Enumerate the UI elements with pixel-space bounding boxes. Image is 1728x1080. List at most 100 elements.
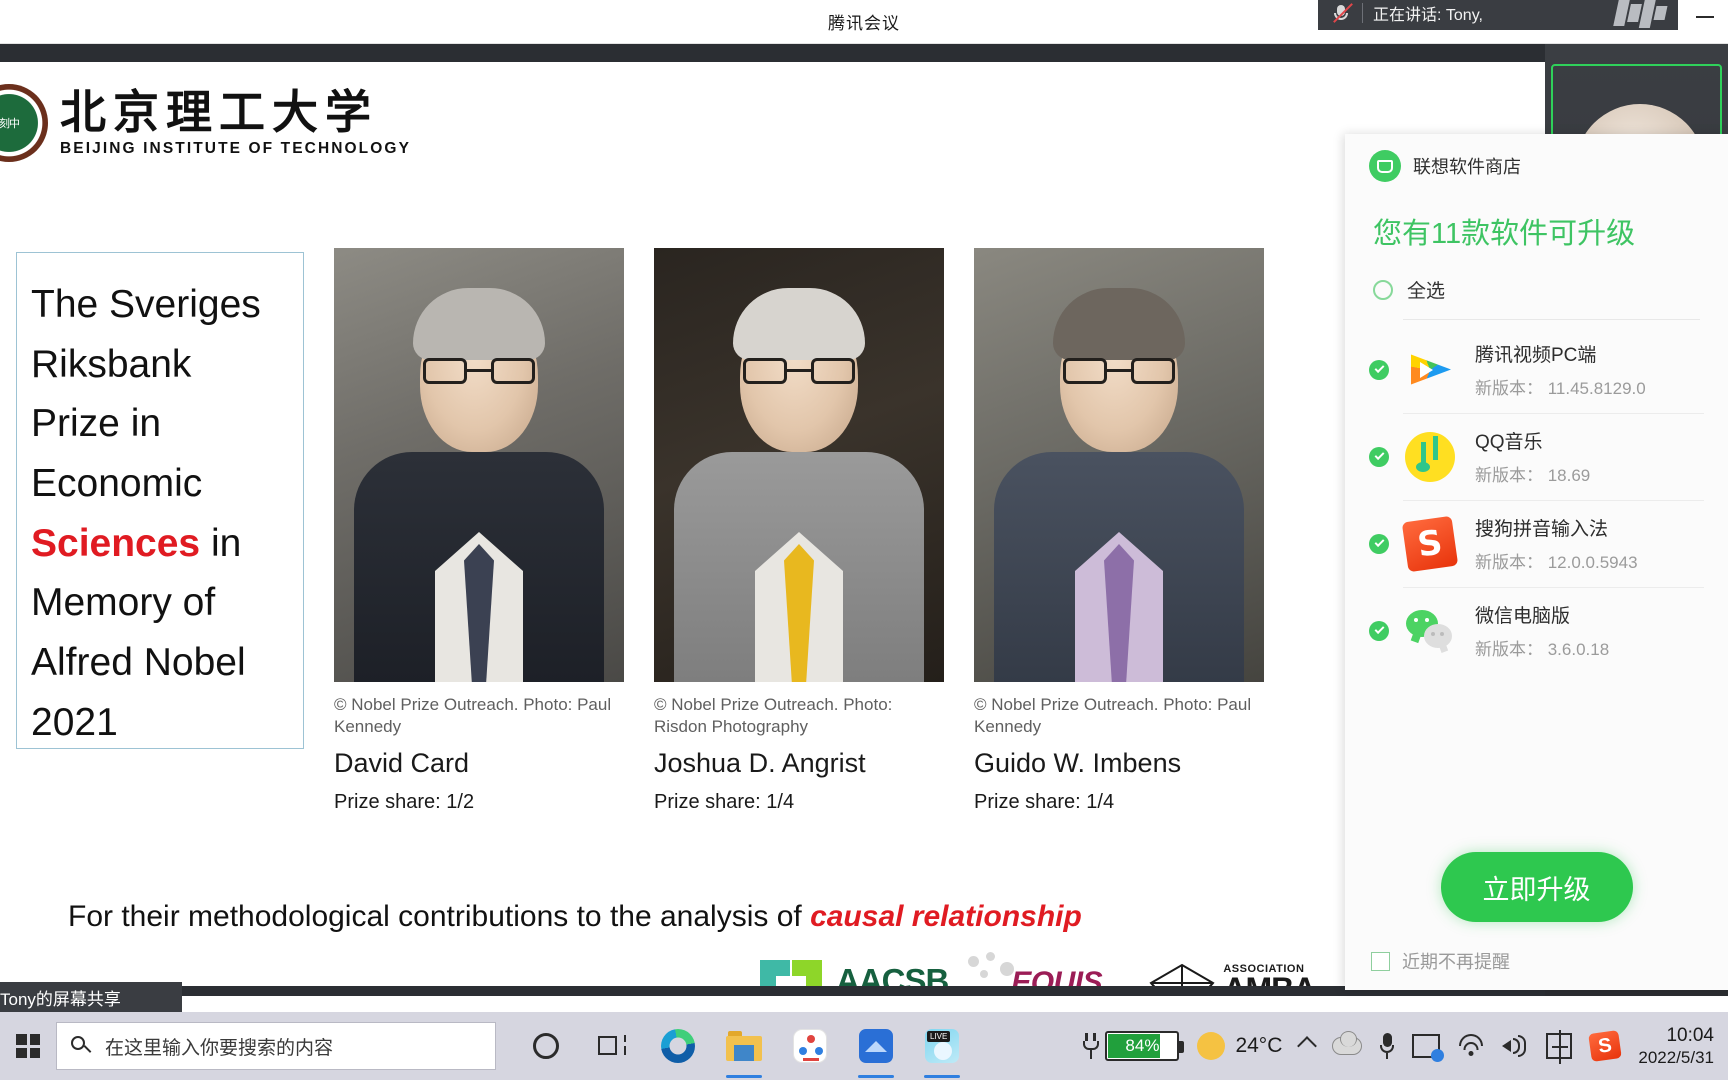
amba-logo: ASSOCIATION AMBA ACCREDITED [1149, 963, 1327, 986]
prize-line-3: Prize in [31, 402, 162, 446]
prize-title-box: The Sveriges Riksbank Prize in Economic … [16, 252, 304, 749]
edge-icon [661, 1029, 695, 1063]
baidu-netdisk-button[interactable] [782, 1012, 838, 1080]
photo-credit: © Nobel Prize Outreach. Photo: Risdon Ph… [654, 695, 893, 736]
start-button[interactable] [0, 1012, 56, 1080]
glasses-icon [743, 358, 855, 384]
list-item[interactable]: 腾讯视频PC端 新版本： 11.45.8129.0 [1345, 326, 1728, 413]
app-version: 新版本： 12.0.0.5943 [1475, 553, 1638, 572]
list-item[interactable]: 微信电脑版 新版本： 3.6.0.18 [1345, 587, 1728, 674]
do-not-remind-label: 近期不再提醒 [1402, 952, 1510, 972]
search-input[interactable]: 在这里输入你要搜索的内容 [56, 1022, 496, 1070]
divider [1403, 319, 1700, 320]
lenovo-store-icon [1369, 150, 1401, 182]
search-placeholder: 在这里输入你要搜索的内容 [105, 1037, 334, 1059]
app-checkbox[interactable] [1369, 359, 1389, 380]
weather-widget[interactable]: 24°C [1197, 1032, 1282, 1060]
app-name: 腾讯视频PC端 [1475, 345, 1597, 366]
amba-name: AMBA [1223, 973, 1327, 986]
temperature-label: 24°C [1235, 1034, 1283, 1057]
panel-title: 联想软件商店 [1413, 157, 1521, 177]
app-name: QQ音乐 [1475, 432, 1543, 453]
app-checkbox[interactable] [1369, 533, 1389, 554]
microphone-icon[interactable] [1380, 1033, 1395, 1059]
university-name-en: BEIJING INSTITUTE OF TECHNOLOGY [60, 139, 412, 157]
do-not-remind-row[interactable]: 近期不再提醒 [1371, 948, 1728, 974]
speaking-indicator-banner: 正在讲话: Tony, [1318, 0, 1678, 30]
sogou-tray-icon[interactable]: S [1588, 1030, 1623, 1062]
search-icon [71, 1036, 92, 1056]
glasses-icon [1063, 358, 1175, 384]
laureate-card: © Nobel Prize Outreach. Photo: Paul Kenn… [334, 248, 624, 814]
tencent-video-icon [1411, 354, 1451, 385]
prize-share: Prize share: 1/2 [334, 790, 475, 813]
shared-slide: 刻中 北京理工大学 BEIJING INSTITUTE OF TECHNOLOG… [0, 62, 1545, 986]
battery-percent: 84% [1125, 1036, 1160, 1055]
motivation-emphasis-text: causal relationship [810, 900, 1082, 933]
screen-root: 腾讯会议 正在讲话: Tony, 刻中 北京理工大学 BEIJING INSTI… [0, 0, 1728, 1080]
motivation-plain-text: For their methodological contributions t… [68, 900, 811, 933]
laureate-portrait [654, 248, 944, 682]
tencent-meeting-button[interactable] [848, 1012, 904, 1080]
ime-language-icon[interactable] [1546, 1030, 1573, 1064]
app-name: 微信电脑版 [1475, 606, 1571, 627]
list-item[interactable]: 搜狗拼音输入法 新版本： 12.0.0.5943 [1345, 500, 1728, 587]
file-explorer-icon [726, 1031, 762, 1061]
prize-line-5-rest: in [200, 521, 242, 565]
glasses-icon [423, 358, 535, 384]
edge-button[interactable] [650, 1012, 706, 1080]
prize-line-1: The Sveriges [31, 283, 261, 326]
live-app-icon: LIVE [925, 1029, 959, 1063]
upgrade-now-button[interactable]: 立即升级 [1440, 852, 1633, 922]
lenovo-software-store-popup[interactable]: 联想软件商店 您有11款软件可升级 全选 腾讯视频PC端 新版本： 11.45.… [1345, 134, 1728, 990]
select-all-radio[interactable] [1373, 279, 1393, 300]
wifi-icon[interactable] [1458, 1034, 1484, 1056]
app-checkbox[interactable] [1369, 620, 1389, 641]
app-version: 新版本： 18.69 [1475, 466, 1591, 485]
aacsb-mark-icon [760, 960, 822, 986]
prize-line-7: Alfred Nobel [31, 640, 246, 684]
app-version: 新版本： 3.6.0.18 [1475, 640, 1610, 659]
prize-line-8: 2021 [31, 700, 118, 744]
app-name: 搜狗拼音输入法 [1475, 519, 1609, 540]
screen-share-tray-icon[interactable] [1412, 1034, 1445, 1062]
power-plug-icon [1081, 1033, 1101, 1059]
cloud-icon[interactable] [1332, 1031, 1363, 1055]
task-view-button[interactable] [584, 1012, 640, 1080]
speaking-text: 正在讲话: Tony, [1373, 7, 1483, 24]
photo-credit: © Nobel Prize Outreach. Photo: Paul Kenn… [334, 695, 612, 736]
laureate-portrait [974, 248, 1264, 682]
show-hidden-icons-button[interactable] [1297, 1036, 1318, 1056]
laureate-name: Guido W. Imbens [974, 747, 1182, 778]
divider [1362, 3, 1363, 23]
laureate-name: David Card [334, 747, 470, 778]
laureate-name: Joshua D. Angrist [654, 747, 866, 778]
do-not-remind-checkbox[interactable] [1371, 951, 1390, 971]
live-app-button[interactable]: LIVE [914, 1012, 970, 1080]
panel-footer: 立即升级 近期不再提醒 [1345, 852, 1728, 990]
microphone-muted-icon [1330, 2, 1353, 24]
laureate-portrait [334, 248, 624, 682]
list-item[interactable]: QQ音乐 新版本： 18.69 [1345, 413, 1728, 500]
file-explorer-button[interactable] [716, 1012, 772, 1080]
app-checkbox[interactable] [1369, 446, 1389, 467]
baidu-netdisk-icon [793, 1029, 827, 1063]
prize-line-4: Economic [31, 461, 203, 505]
university-seal-icon: 刻中 [0, 84, 48, 162]
select-all-label: 全选 [1407, 281, 1446, 302]
wechat-icon [1405, 606, 1455, 656]
minimize-button[interactable] [1696, 16, 1714, 18]
prize-line-6: Memory of [31, 581, 216, 625]
select-all-row[interactable]: 全选 [1373, 276, 1728, 303]
clock[interactable]: 10:04 2022/5/31 [1638, 1024, 1714, 1069]
system-tray: 84% 24°C S 10:04 2022/5/31 [1081, 1024, 1728, 1069]
volume-icon[interactable] [1502, 1035, 1528, 1057]
battery-status[interactable]: 84% [1081, 1031, 1185, 1061]
windows-taskbar: 在这里输入你要搜索的内容 LIVE 84% 24°C S 10:04 2022/… [0, 1012, 1728, 1080]
cortana-button[interactable] [518, 1012, 574, 1080]
windows-logo-icon [16, 1034, 40, 1058]
meeting-app-title: 腾讯会议 [828, 14, 900, 33]
laureate-card: © Nobel Prize Outreach. Photo: Paul Kenn… [974, 248, 1264, 814]
upgrade-count-banner: 您有11款软件可升级 [1373, 218, 1636, 250]
clock-time: 10:04 [1666, 1024, 1714, 1046]
